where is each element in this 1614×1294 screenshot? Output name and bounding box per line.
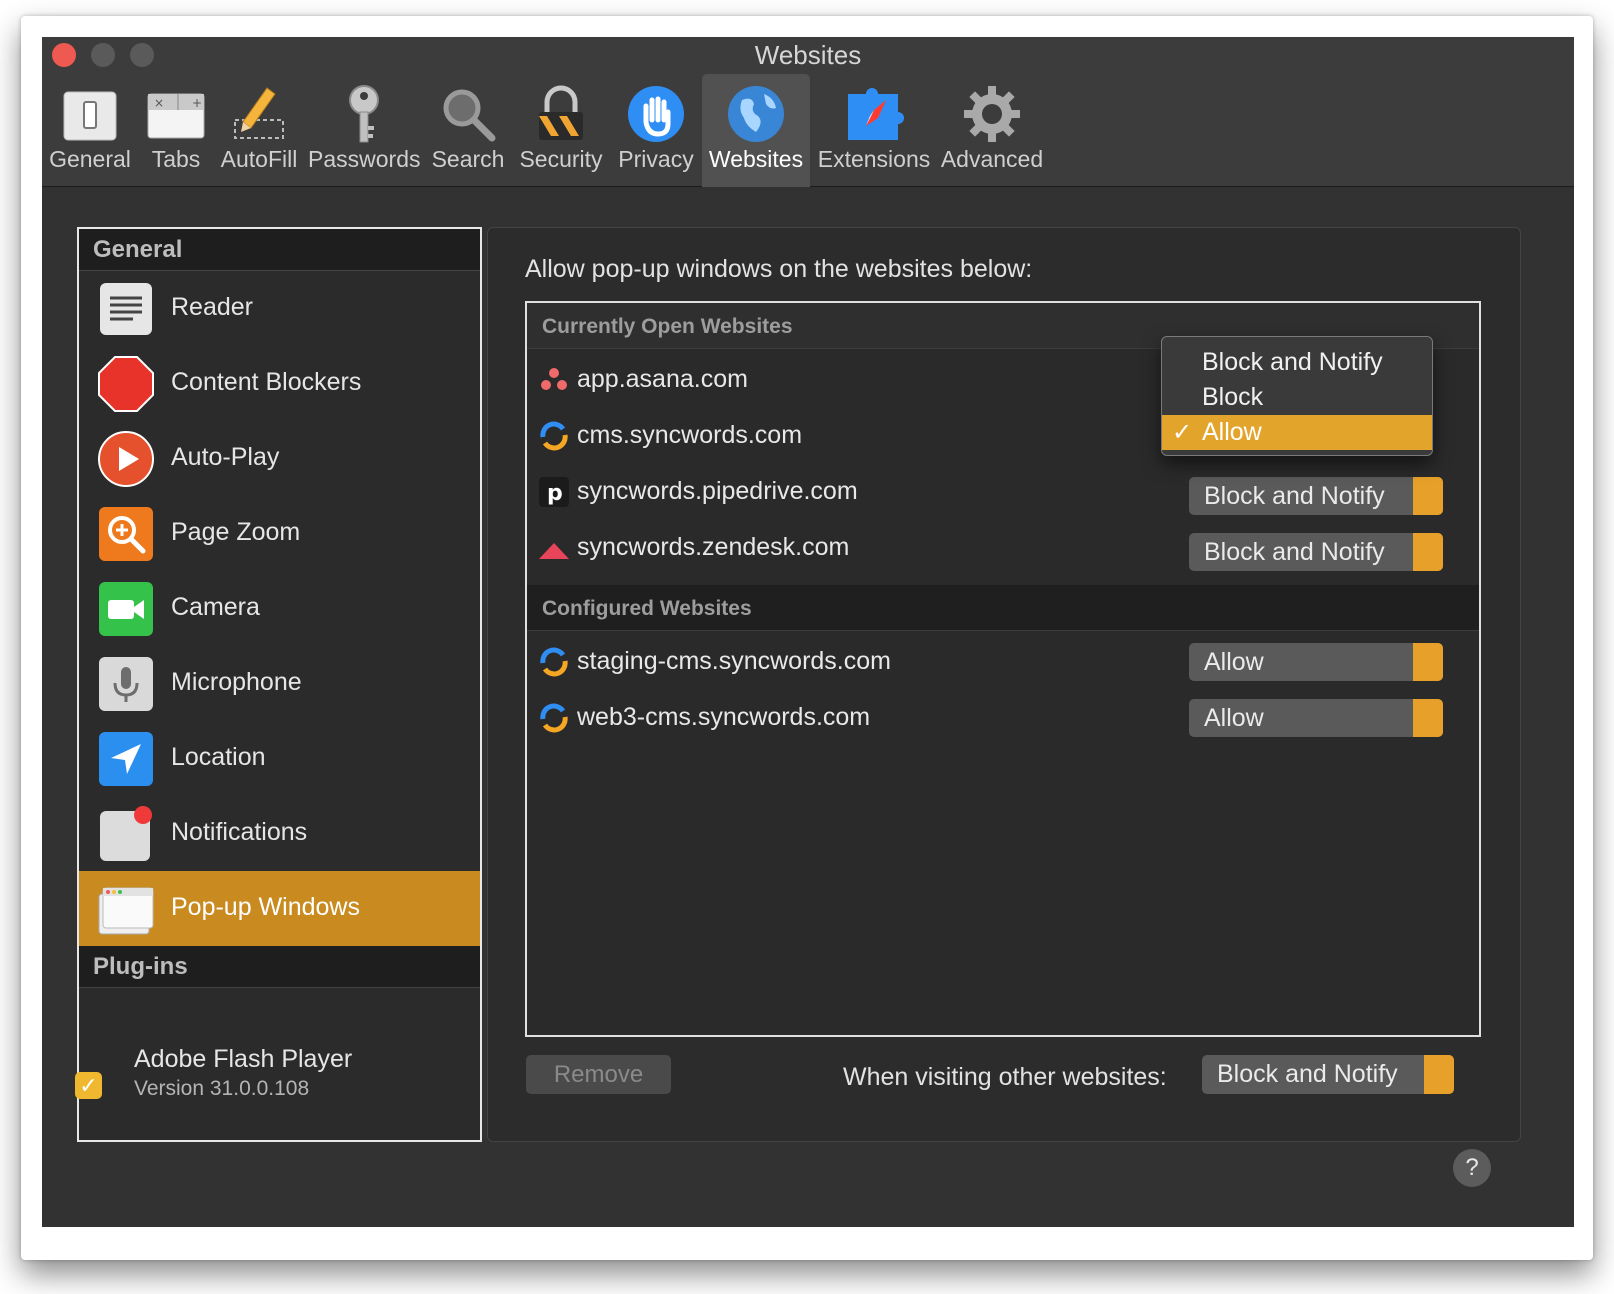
svg-text:+: + <box>192 96 202 110</box>
notifications-icon <box>100 806 152 861</box>
sidebar-item-camera[interactable]: Camera <box>79 571 480 646</box>
preferences-window: Websites General × + Tabs AutoFill Passw… <box>42 37 1574 1227</box>
site-row-staging-cms[interactable]: staging-cms.syncwords.com Allow <box>527 633 1479 689</box>
tab-general[interactable]: General <box>48 74 132 187</box>
zendesk-icon <box>539 543 569 559</box>
chevron-updown-icon <box>1424 1055 1454 1094</box>
menu-option-block[interactable]: Block <box>1162 380 1432 415</box>
plugin-name: Adobe Flash Player <box>134 1045 353 1073</box>
tab-security[interactable]: Security <box>516 74 606 187</box>
puzzle-compass-icon <box>848 88 904 140</box>
microphone-icon <box>99 657 153 711</box>
tab-passwords[interactable]: Passwords <box>308 74 420 187</box>
site-setting-pipedrive-select[interactable]: Block and Notify <box>1189 477 1443 515</box>
site-setting-web3-select[interactable]: Allow <box>1189 699 1443 737</box>
menu-option-allow[interactable]: ✓ Allow <box>1162 415 1432 450</box>
tab-search[interactable]: Search <box>430 74 506 187</box>
toolbar: Websites General × + Tabs AutoFill Passw… <box>42 37 1574 187</box>
tab-websites[interactable]: Websites <box>702 74 810 187</box>
site-row-web3-cms[interactable]: web3-cms.syncwords.com Allow <box>527 689 1479 745</box>
syncwords-icon <box>540 703 568 733</box>
svg-text:p: p <box>547 481 563 506</box>
gear-icon <box>964 86 1020 142</box>
key-icon <box>349 85 379 143</box>
configured-websites-header: Configured Websites <box>527 585 1479 631</box>
remove-button[interactable]: Remove <box>526 1055 671 1094</box>
chevron-updown-icon <box>1413 533 1443 571</box>
lock-icon <box>539 85 583 140</box>
hand-icon <box>628 86 684 142</box>
asana-icon <box>541 368 567 390</box>
pipedrive-icon: p <box>539 477 569 507</box>
syncwords-icon <box>540 647 568 677</box>
sidebar: General Reader Content Blockers Auto-Pla… <box>77 227 482 1142</box>
visiting-other-websites-label: When visiting other websites: <box>843 1063 1167 1091</box>
menu-option-block-and-notify[interactable]: Block and Notify <box>1162 345 1432 380</box>
flash-enabled-checkbox[interactable]: ✓ <box>75 1072 102 1099</box>
tab-tabs[interactable]: × + Tabs <box>142 74 210 187</box>
sidebar-section-general: General <box>79 229 480 271</box>
sidebar-item-popup-windows[interactable]: Pop-up Windows <box>79 871 480 946</box>
syncwords-icon <box>540 421 568 451</box>
location-arrow-icon <box>99 732 153 786</box>
help-button[interactable]: ? <box>1453 1149 1491 1187</box>
reader-icon <box>100 283 152 335</box>
tab-advanced[interactable]: Advanced <box>940 74 1044 187</box>
sidebar-item-page-zoom[interactable]: Page Zoom <box>79 496 480 571</box>
sidebar-item-location[interactable]: Location <box>79 721 480 796</box>
zoom-icon <box>99 507 153 561</box>
tabs-icon: × + <box>147 93 205 139</box>
sidebar-item-notifications[interactable]: Notifications <box>79 796 480 871</box>
svg-text:×: × <box>154 96 164 110</box>
checkmark-icon: ✓ <box>1172 419 1193 446</box>
stop-sign-icon <box>98 356 154 412</box>
default-setting-select[interactable]: Block and Notify <box>1202 1055 1454 1094</box>
tab-autofill[interactable]: AutoFill <box>218 74 300 187</box>
chevron-updown-icon <box>1413 643 1443 681</box>
chevron-updown-icon <box>1413 699 1443 737</box>
sidebar-section-plugins: Plug-ins <box>79 946 480 988</box>
sidebar-item-microphone[interactable]: Microphone <box>79 646 480 721</box>
globe-icon <box>728 86 784 142</box>
plugin-version: Version 31.0.0.108 <box>134 1077 310 1100</box>
panel-heading: Allow pop-up windows on the websites bel… <box>525 255 1033 283</box>
general-switch-icon <box>63 91 117 141</box>
sidebar-item-content-blockers[interactable]: Content Blockers <box>79 346 480 421</box>
sidebar-item-auto-play[interactable]: Auto-Play <box>79 421 480 496</box>
magnifier-icon <box>443 89 496 142</box>
tab-privacy[interactable]: Privacy <box>614 74 698 187</box>
camera-icon <box>99 582 153 636</box>
tab-extensions[interactable]: Extensions <box>816 74 932 187</box>
window-title: Websites <box>754 40 862 70</box>
pencil-icon <box>234 87 284 139</box>
site-setting-staging-select[interactable]: Allow <box>1189 643 1443 681</box>
sidebar-item-reader[interactable]: Reader <box>79 271 480 346</box>
site-setting-zendesk-select[interactable]: Block and Notify <box>1189 533 1443 571</box>
play-icon <box>98 431 154 487</box>
popup-windows-icon <box>98 887 154 935</box>
setting-dropdown-menu: Block and Notify Block ✓ Allow <box>1161 336 1433 456</box>
chevron-updown-icon <box>1413 477 1443 515</box>
